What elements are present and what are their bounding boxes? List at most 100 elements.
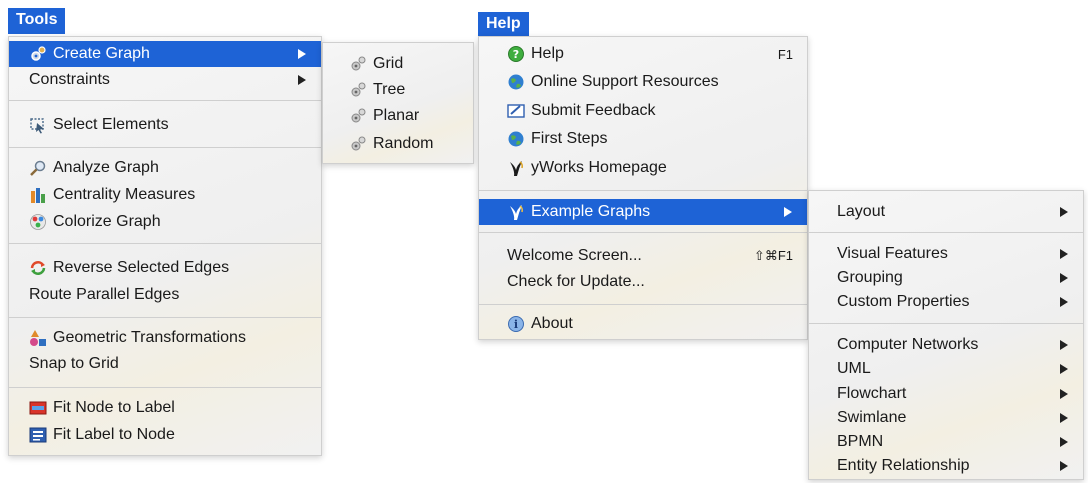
menu-item-label: Colorize Graph	[53, 213, 161, 230]
feedback-icon	[507, 102, 525, 120]
menu-item-colorize-graph[interactable]: Colorize Graph	[9, 209, 321, 235]
submenu-item-label: BPMN	[837, 433, 884, 450]
shortcut-label: F1	[777, 46, 793, 62]
menu-item-label: About	[531, 315, 573, 332]
submenu-item-bpmn[interactable]: BPMN	[809, 429, 1083, 455]
menu-item-label: Submit Feedback	[531, 102, 656, 119]
submenu-arrow-icon	[1059, 412, 1069, 424]
create-graph-submenu: Grid Tree Planar Random	[322, 42, 474, 164]
menu-item-help[interactable]: ? Help F1	[479, 41, 807, 67]
submenu-item-random[interactable]: Random	[323, 131, 473, 157]
submenu-item-uml[interactable]: UML	[809, 356, 1083, 382]
submenu-item-label: Grouping	[837, 269, 903, 286]
info-icon: i	[507, 315, 525, 333]
menu-item-select-elements[interactable]: Select Elements	[9, 112, 321, 138]
submenu-item-label: Visual Features	[837, 245, 948, 262]
menu-item-example-graphs[interactable]: Example Graphs	[479, 199, 807, 225]
submenu-item-swimlane[interactable]: Swimlane	[809, 405, 1083, 431]
menu-item-label: yWorks Homepage	[531, 159, 667, 176]
menu-item-welcome-screen[interactable]: Welcome Screen... ⇧⌘F1	[479, 243, 807, 269]
menu-separator	[479, 232, 807, 233]
menu-item-label: Geometric Transformations	[53, 329, 246, 346]
submenu-item-planar[interactable]: Planar	[323, 103, 473, 129]
submenu-arrow-icon	[1059, 206, 1069, 218]
gears-icon	[349, 135, 367, 153]
submenu-item-label: Random	[373, 135, 434, 152]
menu-item-label: Fit Node to Label	[53, 399, 175, 416]
menu-item-create-graph[interactable]: Create Graph	[9, 41, 321, 67]
menu-item-label: Snap to Grid	[29, 355, 119, 372]
submenu-item-label: UML	[837, 360, 871, 377]
menu-item-first-steps[interactable]: First Steps	[479, 126, 807, 152]
menu-item-snap-to-grid[interactable]: Snap to Grid	[9, 351, 321, 377]
submenu-arrow-icon	[297, 74, 307, 86]
submenu-item-label: Custom Properties	[837, 293, 970, 310]
yworks-logo-icon	[507, 203, 525, 221]
svg-text:?: ?	[513, 48, 519, 61]
menu-item-reverse-selected-edges[interactable]: Reverse Selected Edges	[9, 255, 321, 281]
menu-separator	[809, 232, 1083, 233]
submenu-item-tree[interactable]: Tree	[323, 77, 473, 103]
menu-item-check-for-update[interactable]: Check for Update...	[479, 269, 807, 295]
help-menu-title[interactable]: Help	[478, 12, 529, 38]
submenu-item-entity-relationship[interactable]: Entity Relationship	[809, 453, 1083, 479]
menu-item-label: Reverse Selected Edges	[53, 259, 230, 276]
menu-item-label: Help	[531, 45, 564, 62]
submenu-item-grid[interactable]: Grid	[323, 51, 473, 77]
menu-item-fit-node-to-label[interactable]: Fit Node to Label	[9, 395, 321, 421]
fit-node-icon	[29, 399, 47, 417]
tools-menu: Create Graph Constraints Select Elements…	[8, 36, 322, 456]
submenu-item-label: Planar	[373, 107, 420, 124]
menu-separator	[9, 317, 321, 318]
submenu-item-label: Flowchart	[837, 385, 907, 402]
submenu-arrow-icon	[297, 48, 307, 60]
palette-icon	[29, 213, 47, 231]
menu-item-online-support-resources[interactable]: Online Support Resources	[479, 69, 807, 95]
tools-menu-title[interactable]: Tools	[8, 8, 66, 34]
submenu-item-flowchart[interactable]: Flowchart	[809, 381, 1083, 407]
menu-separator	[9, 100, 321, 101]
menu-item-label: Analyze Graph	[53, 159, 159, 176]
submenu-item-label: Grid	[373, 55, 404, 72]
menu-item-constraints[interactable]: Constraints	[9, 67, 321, 93]
menu-item-about[interactable]: i About	[479, 311, 807, 337]
menu-item-yworks-homepage[interactable]: yWorks Homepage	[479, 155, 807, 181]
submenu-arrow-icon	[1059, 339, 1069, 351]
magnifier-icon	[29, 159, 47, 177]
help-menu: ? Help F1 Online Support Resources Submi…	[478, 36, 808, 340]
gears-icon	[349, 55, 367, 73]
yworks-logo-icon	[507, 159, 525, 177]
shortcut-label: ⇧⌘F1	[753, 248, 793, 263]
menu-item-route-parallel-edges[interactable]: Route Parallel Edges	[9, 282, 321, 308]
menu-item-geometric-transformations[interactable]: Geometric Transformations	[9, 325, 321, 351]
globe-icon	[507, 130, 525, 148]
submenu-item-computer-networks[interactable]: Computer Networks	[809, 332, 1083, 358]
menu-item-label: Constraints	[29, 71, 110, 88]
gears-icon	[349, 81, 367, 99]
menu-separator	[9, 243, 321, 244]
menu-item-centrality-measures[interactable]: Centrality Measures	[9, 182, 321, 208]
submenu-arrow-icon	[1059, 363, 1069, 375]
submenu-item-custom-properties[interactable]: Custom Properties	[809, 289, 1083, 315]
gears-icon	[29, 45, 47, 63]
menu-separator	[479, 304, 807, 305]
menu-item-label: Fit Label to Node	[53, 426, 175, 443]
submenu-item-label: Entity Relationship	[837, 457, 970, 474]
submenu-item-label: Layout	[837, 203, 886, 220]
menu-separator	[9, 147, 321, 148]
submenu-item-grouping[interactable]: Grouping	[809, 265, 1083, 291]
submenu-arrow-icon	[1059, 388, 1069, 400]
menu-item-label: Create Graph	[53, 45, 150, 62]
submenu-item-layout[interactable]: Layout	[809, 199, 1083, 225]
submenu-item-visual-features[interactable]: Visual Features	[809, 241, 1083, 267]
menu-item-submit-feedback[interactable]: Submit Feedback	[479, 98, 807, 124]
submenu-arrow-icon	[1059, 248, 1069, 260]
menu-item-analyze-graph[interactable]: Analyze Graph	[9, 155, 321, 181]
menu-item-label: Route Parallel Edges	[29, 286, 180, 303]
submenu-arrow-icon	[1059, 436, 1069, 448]
menu-item-fit-label-to-node[interactable]: Fit Label to Node	[9, 422, 321, 448]
globe-icon	[507, 73, 525, 91]
select-icon	[29, 116, 47, 134]
gears-icon	[349, 107, 367, 125]
submenu-arrow-icon	[1059, 272, 1069, 284]
